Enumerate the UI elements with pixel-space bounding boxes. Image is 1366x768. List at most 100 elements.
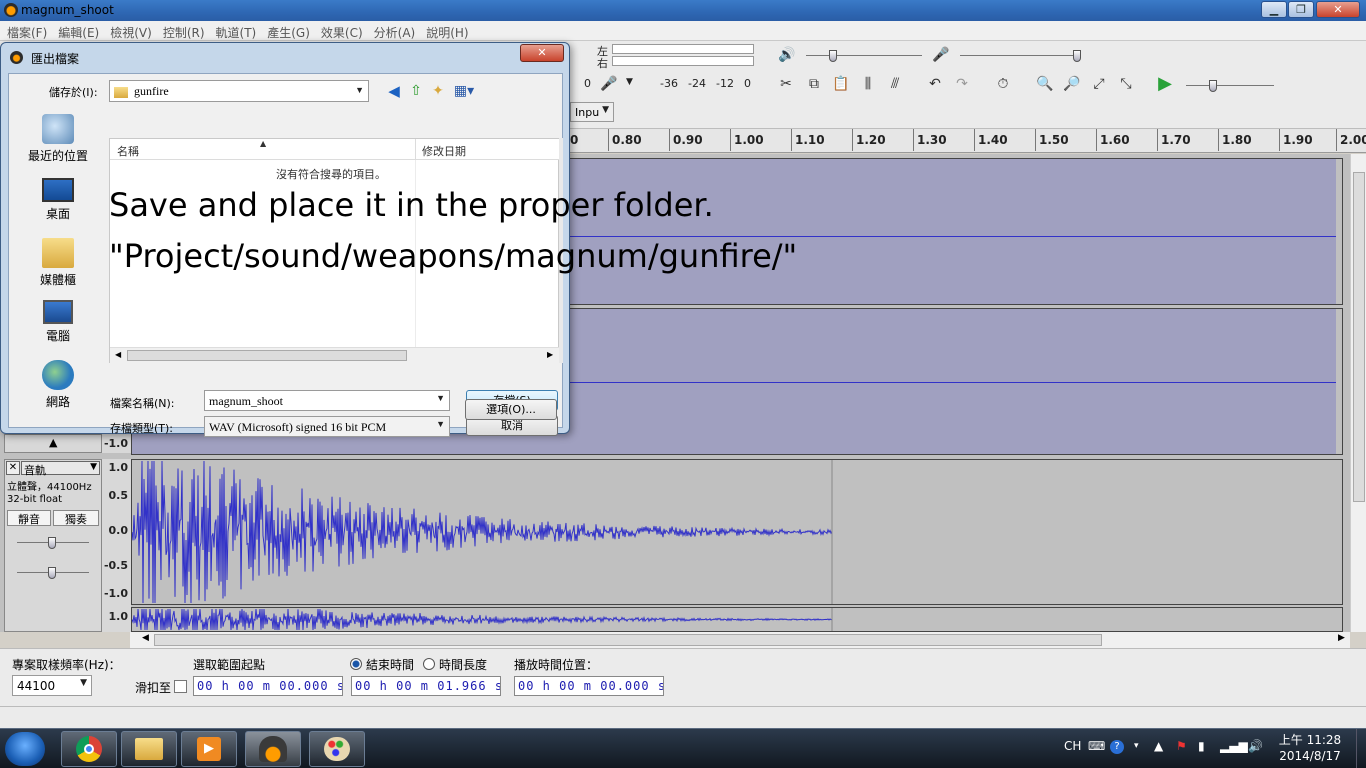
fit-selection-icon[interactable]: ⤢ (1088, 73, 1110, 95)
pan-slider[interactable] (48, 567, 56, 579)
new-folder-icon[interactable]: ✦ (427, 80, 449, 102)
folder-icon (135, 738, 163, 760)
place-libraries[interactable]: 媒體櫃 (17, 238, 99, 288)
zoom-out-icon[interactable]: 🔎 (1061, 73, 1083, 95)
taskbar-chrome[interactable] (61, 731, 117, 767)
track2-left-channel[interactable] (131, 459, 1343, 605)
track-close-button[interactable]: ✕ (6, 461, 20, 475)
place-recent[interactable]: 最近的位置 (17, 114, 99, 164)
menu-view[interactable]: 檢視(V) (103, 21, 156, 41)
menu-file[interactable]: 檔案(F) (0, 21, 51, 41)
taskbar-audacity[interactable] (245, 731, 301, 767)
ime-options-icon[interactable]: ▾ (1134, 741, 1139, 751)
options-button[interactable]: 選項(O)... (465, 399, 557, 420)
scroll-right-icon[interactable]: ▶ (1338, 633, 1345, 643)
scroll-right-icon[interactable]: ▶ (547, 350, 553, 359)
cut-icon[interactable]: ✂ (775, 73, 797, 95)
scroll-left-icon[interactable]: ◀ (115, 350, 121, 359)
close-button[interactable]: ✕ (1316, 1, 1360, 18)
menu-effect[interactable]: 效果(C) (314, 21, 367, 41)
volume-icon[interactable]: 🔊 (1248, 739, 1263, 753)
undo-icon[interactable]: ↶ (924, 73, 946, 95)
solo-button[interactable]: 獨奏 (53, 510, 99, 526)
file-name-input[interactable]: magnum_shoot ▼ (204, 390, 450, 411)
menu-analyze[interactable]: 分析(A) (367, 21, 420, 41)
record-volume-slider[interactable] (1073, 50, 1081, 62)
save-in-select[interactable]: gunfire ▼ (109, 80, 369, 102)
signal-icon[interactable]: ▂▄▆ (1220, 739, 1248, 753)
tutorial-caption: Save and place it in the proper folder. … (109, 180, 829, 282)
project-rate-select[interactable]: 44100 ▼ (12, 675, 92, 696)
back-icon[interactable]: ◀ (383, 80, 405, 102)
selection-start-time[interactable]: 00 h 00 m 00.000 s (193, 676, 343, 696)
show-desktop-button[interactable] (1356, 729, 1366, 768)
column-name[interactable]: 名稱 (117, 143, 139, 159)
hscroll-thumb[interactable] (154, 634, 1102, 646)
vertical-scrollbar[interactable] (1350, 154, 1366, 632)
show-hidden-icons[interactable]: ▲ (1154, 739, 1163, 753)
vscroll-thumb[interactable] (1353, 172, 1365, 502)
column-date[interactable]: 修改日期 (422, 143, 466, 159)
audio-position-label: 播放時間位置： (514, 658, 599, 672)
redo-icon[interactable]: ↷ (951, 73, 973, 95)
place-computer-label: 電腦 (45, 329, 70, 343)
start-button[interactable] (5, 732, 45, 766)
up-folder-icon[interactable]: ⇧ (405, 80, 427, 102)
scroll-left-icon[interactable]: ◀ (142, 633, 149, 643)
play-speed-slider[interactable] (1209, 80, 1217, 92)
silence-icon[interactable]: ⫻ (884, 73, 906, 95)
horizontal-scrollbar[interactable]: ◀ ▶ (130, 632, 1350, 648)
maximize-button[interactable]: ❐ (1288, 1, 1314, 18)
microphone-icon[interactable]: 🎤 (598, 73, 620, 95)
track2-control-panel[interactable]: ✕ 音軌 ▼ 立體聲，44100Hz 32-bit float 靜音 獨奏 (4, 459, 102, 632)
zoom-in-icon[interactable]: 🔍 (1034, 73, 1056, 95)
play-at-speed-icon[interactable]: ▶ (1154, 73, 1176, 95)
length-radio[interactable] (423, 658, 435, 670)
copy-icon[interactable]: ⧉ (803, 73, 825, 95)
file-list-scroll-thumb[interactable] (127, 350, 407, 361)
paste-icon[interactable]: 📋 (830, 73, 852, 95)
place-computer[interactable]: 電腦 (17, 300, 99, 344)
length-label: 時間長度 (439, 658, 488, 672)
mute-button[interactable]: 靜音 (7, 510, 51, 526)
tick-label: 1.80 (1218, 129, 1252, 151)
help-icon[interactable]: ? (1110, 740, 1124, 754)
keyboard-icon[interactable]: ⌨ (1088, 739, 1105, 753)
file-list-hscroll[interactable]: ◀ ▶ (110, 347, 559, 363)
track-name-menu[interactable]: 音軌 ▼ (21, 461, 100, 477)
status-bar (0, 706, 1366, 728)
language-indicator[interactable]: CH (1064, 739, 1081, 753)
taskbar-explorer[interactable] (121, 731, 177, 767)
view-menu-icon[interactable]: ▦▾ (453, 80, 475, 102)
input-device-select[interactable]: Inpu ▼ (570, 102, 614, 122)
end-time-radio[interactable] (350, 658, 362, 670)
network-warning-icon[interactable]: ⚑ (1176, 739, 1187, 753)
taskbar-media-player[interactable]: ▶ (181, 731, 237, 767)
track1-collapse[interactable]: ▲ (4, 434, 102, 453)
system-clock[interactable]: 上午 11:28 2014/8/17 (1270, 732, 1350, 764)
tick-label: 1.20 (852, 129, 886, 151)
audio-position-time[interactable]: 00 h 00 m 00.000 s (514, 676, 664, 696)
place-network[interactable]: 網路 (17, 360, 99, 410)
minimize-button[interactable]: ▁ (1261, 1, 1287, 18)
menu-help[interactable]: 說明(H) (419, 21, 472, 41)
menu-tracks[interactable]: 軌道(T) (209, 21, 261, 41)
collapse-arrow-icon[interactable]: ▲ (49, 436, 57, 449)
meter-dropdown-icon[interactable]: ▼ (626, 77, 633, 87)
taskbar-paint[interactable] (309, 731, 365, 767)
sync-lock-icon[interactable]: ⏱ (992, 73, 1014, 95)
playback-volume-slider[interactable] (829, 50, 837, 62)
selection-end-time[interactable]: 00 h 00 m 01.966 s (351, 676, 501, 696)
menu-generate[interactable]: 產生(G) (260, 21, 314, 41)
dialog-close-button[interactable]: ✕ (520, 44, 564, 62)
file-type-select[interactable]: WAV (Microsoft) signed 16 bit PCM ▼ (204, 416, 450, 437)
fit-project-icon[interactable]: ⤡ (1115, 73, 1137, 95)
menu-edit[interactable]: 編輯(E) (51, 21, 103, 41)
gain-slider[interactable] (48, 537, 56, 549)
menu-transport[interactable]: 控制(R) (156, 21, 209, 41)
track2-right-channel[interactable] (131, 607, 1343, 632)
place-desktop[interactable]: 桌面 (17, 178, 99, 222)
battery-icon[interactable]: ▮ (1198, 739, 1205, 753)
snap-to-checkbox[interactable] (174, 680, 187, 693)
trim-icon[interactable]: ⫼ (857, 73, 879, 95)
